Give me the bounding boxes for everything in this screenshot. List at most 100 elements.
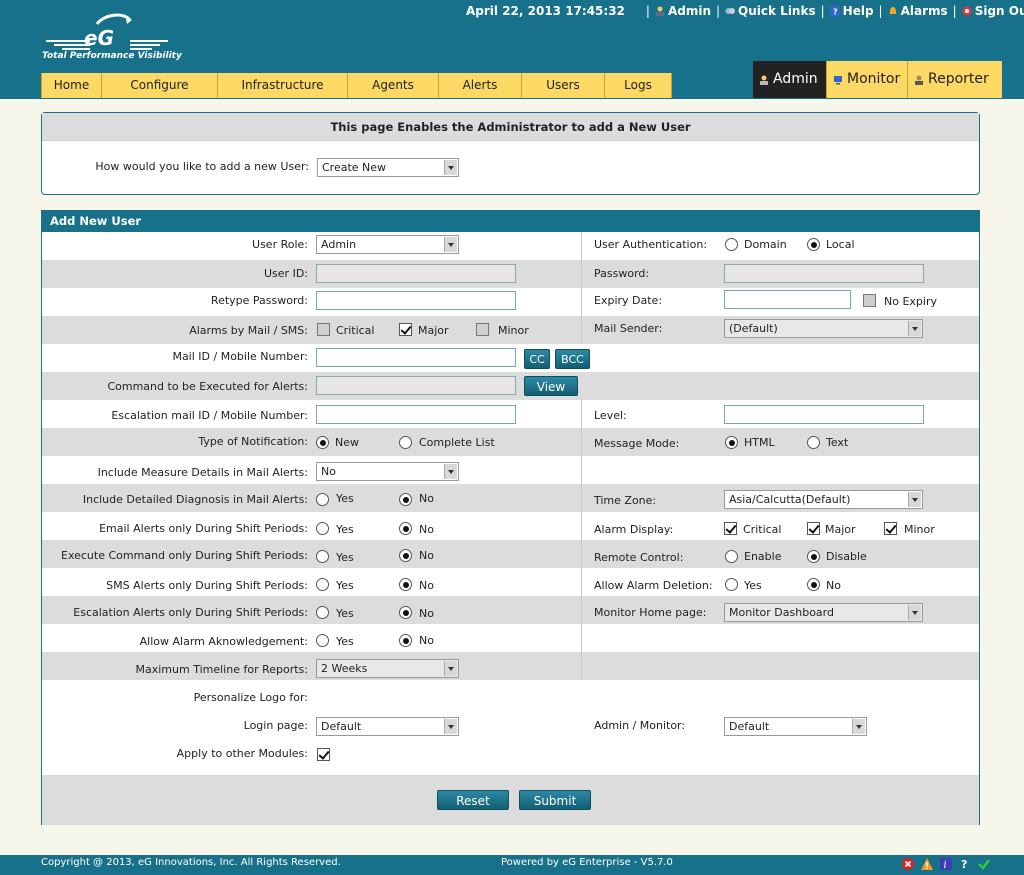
deletion-yes-label: Yes: [744, 579, 762, 592]
tab-users[interactable]: Users: [522, 73, 605, 98]
expiry-date-input[interactable]: [724, 290, 851, 309]
message-html-radio[interactable]: [725, 436, 738, 449]
deletion-no-label: No: [826, 579, 841, 592]
deletion-no-radio[interactable]: [807, 578, 820, 591]
view-button[interactable]: View: [524, 376, 578, 396]
row-alarms-mail: Alarms by Mail / SMS: Critical Major Min…: [42, 316, 979, 344]
admin-link[interactable]: Admin: [668, 4, 711, 18]
alarms-link[interactable]: Alarms: [901, 4, 948, 18]
row-measure-details: Include Measure Details in Mail Alerts: …: [42, 456, 979, 484]
remote-disable-label: Disable: [826, 550, 867, 563]
display-critical-checkbox[interactable]: [724, 522, 737, 535]
mail-id-input[interactable]: [316, 348, 516, 367]
datetime: April 22, 2013 17:45:32: [466, 4, 625, 18]
sms-shift-no-radio[interactable]: [399, 578, 412, 591]
remote-enable-radio[interactable]: [725, 550, 738, 563]
quick-links-link[interactable]: Quick Links: [738, 4, 816, 18]
question-icon[interactable]: ?: [958, 857, 972, 871]
diagnosis-yes-radio[interactable]: [316, 493, 329, 506]
display-minor-checkbox[interactable]: [884, 522, 897, 535]
measure-details-select[interactable]: No: [316, 462, 459, 481]
ack-yes-label: Yes: [336, 635, 354, 648]
tab-home[interactable]: Home: [41, 73, 102, 98]
esc-shift-yes-radio[interactable]: [316, 606, 329, 619]
command-input[interactable]: [316, 376, 516, 395]
tab-agents[interactable]: Agents: [348, 73, 439, 98]
alarm-minor-checkbox[interactable]: [476, 323, 489, 336]
tab-logs[interactable]: Logs: [605, 73, 672, 98]
admin-icon: [655, 6, 664, 16]
ack-yes-radio[interactable]: [316, 634, 329, 647]
expiry-date-label: Expiry Date:: [594, 294, 663, 307]
notification-new-radio[interactable]: [316, 436, 329, 449]
row-diagnosis: Include Detailed Diagnosis in Mail Alert…: [42, 484, 979, 512]
user-role-select[interactable]: Admin: [316, 235, 459, 254]
reset-button[interactable]: Reset: [437, 790, 509, 810]
warning-icon[interactable]: [920, 857, 934, 871]
exec-shift-yes-radio[interactable]: [316, 550, 329, 563]
esc-shift-label: Escalation Alerts only During Shift Peri…: [73, 606, 308, 619]
no-expiry-checkbox[interactable]: [863, 294, 876, 307]
status-icons: i ?: [901, 857, 991, 871]
measure-details-label: Include Measure Details in Mail Alerts:: [97, 466, 308, 479]
add-method-select[interactable]: Create New: [317, 158, 459, 177]
panel-title: This page Enables the Administrator to a…: [42, 113, 979, 141]
user-id-input[interactable]: [316, 264, 516, 283]
help-link[interactable]: Help: [843, 4, 874, 18]
bcc-button[interactable]: BCC: [555, 349, 590, 369]
powered-by: Powered by eG Enterprise - V5.7.0: [501, 857, 673, 868]
row-mail-id: Mail ID / Mobile Number: CC BCC: [42, 344, 979, 372]
monitor-home-select[interactable]: Monitor Dashboard: [724, 603, 923, 622]
add-method-label: How would you like to add a new User:: [95, 160, 309, 173]
mode-monitor[interactable]: Monitor: [826, 61, 907, 98]
notification-complete-radio[interactable]: [399, 436, 412, 449]
info-icon[interactable]: i: [939, 857, 953, 871]
copyright: Copyright @ 2013, eG Innovations, Inc. A…: [41, 857, 341, 868]
message-text-radio[interactable]: [807, 436, 820, 449]
svg-text:?: ?: [833, 8, 838, 17]
email-shift-yes-label: Yes: [336, 523, 354, 536]
email-shift-yes-radio[interactable]: [316, 522, 329, 535]
remote-disable-radio[interactable]: [807, 550, 820, 563]
sign-out-link[interactable]: Sign Out: [975, 4, 1024, 18]
mail-sender-select[interactable]: (Default): [724, 319, 923, 338]
exec-shift-no-radio[interactable]: [399, 549, 412, 562]
logo-tagline: Total Performance Visibility: [42, 51, 182, 61]
row-exec-shift: Execute Command only During Shift Period…: [42, 540, 979, 568]
logo-text: eG: [84, 26, 114, 50]
auth-local-radio[interactable]: [807, 238, 820, 251]
mode-reporter[interactable]: Reporter: [907, 61, 1002, 98]
error-icon[interactable]: [901, 857, 915, 871]
auth-domain-radio[interactable]: [725, 238, 738, 251]
escalation-input[interactable]: [316, 405, 516, 424]
tab-configure[interactable]: Configure: [102, 73, 218, 98]
ack-no-radio[interactable]: [399, 634, 412, 647]
timeline-select[interactable]: 2 Weeks: [316, 659, 459, 678]
password-input[interactable]: [724, 264, 924, 283]
level-input[interactable]: [724, 405, 924, 424]
alarm-major-checkbox[interactable]: [399, 323, 412, 336]
diagnosis-no-radio[interactable]: [399, 493, 412, 506]
timezone-select[interactable]: Asia/Calcutta(Default): [724, 490, 923, 509]
retype-password-input[interactable]: [316, 291, 516, 310]
tab-alerts[interactable]: Alerts: [439, 73, 522, 98]
sms-shift-yes-radio[interactable]: [316, 578, 329, 591]
display-major-checkbox[interactable]: [807, 522, 820, 535]
mode-admin[interactable]: Admin: [753, 61, 826, 98]
alarm-critical-checkbox[interactable]: [317, 323, 330, 336]
svg-text:i: i: [944, 860, 947, 871]
ack-label: Allow Alarm Aknowledgement:: [139, 635, 308, 648]
email-shift-no-radio[interactable]: [399, 522, 412, 535]
submit-button[interactable]: Submit: [519, 790, 591, 810]
admin-monitor-select[interactable]: Default: [724, 717, 867, 736]
deletion-yes-radio[interactable]: [725, 578, 738, 591]
apply-modules-checkbox[interactable]: [317, 748, 330, 761]
check-icon[interactable]: [977, 857, 991, 871]
cc-button[interactable]: CC: [524, 349, 550, 369]
tab-infrastructure[interactable]: Infrastructure: [218, 73, 348, 98]
esc-shift-no-radio[interactable]: [399, 606, 412, 619]
login-page-select[interactable]: Default: [316, 717, 459, 736]
notification-label: Type of Notification:: [198, 435, 308, 448]
add-method-panel: This page Enables the Administrator to a…: [41, 112, 980, 195]
user-id-label: User ID:: [264, 267, 308, 280]
